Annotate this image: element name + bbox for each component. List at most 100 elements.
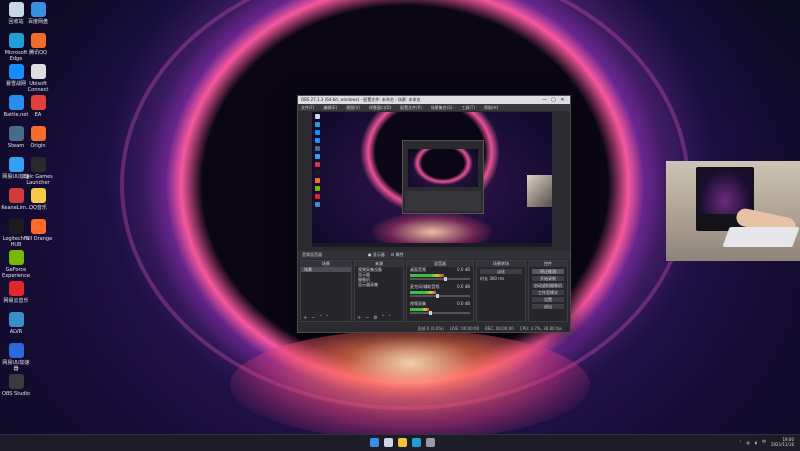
preview-desktop-icons <box>315 114 320 210</box>
control-button[interactable]: 设置 <box>532 297 564 302</box>
audio-track: 视频采集 0.0 dB <box>407 301 473 315</box>
edge-icon[interactable] <box>412 438 421 447</box>
status-live: LIVE: 00:00:00 <box>449 326 480 331</box>
taskbar-apps <box>370 438 435 447</box>
menu-tools[interactable]: 工具(T) <box>461 105 475 111</box>
volume-slider[interactable] <box>410 311 470 315</box>
network-icon[interactable]: ◍ <box>746 440 750 445</box>
control-button[interactable]: 工作室模式 <box>532 290 564 295</box>
volume-meter <box>410 291 436 294</box>
desktop-icon[interactable]: 百度网盘 <box>22 2 54 25</box>
wallpaper-glow <box>230 330 590 434</box>
obs-preview[interactable] <box>312 112 552 247</box>
control-button[interactable]: 开始录制 <box>532 276 564 281</box>
desktop-icon-label: ALVR <box>9 329 23 335</box>
maximize-button[interactable]: ▢ <box>549 97 558 103</box>
scenes-toolbar: + − ˄ ˅ <box>301 315 353 321</box>
desktop-icon[interactable]: GeForce Experience <box>0 250 32 279</box>
volume-slider[interactable] <box>410 277 470 281</box>
app-icon <box>30 33 46 48</box>
file-explorer-icon[interactable] <box>398 438 407 447</box>
desktop-icon[interactable]: Fall Orange <box>22 219 54 242</box>
desktop-icon-label: 网易UU加速器 <box>2 360 30 372</box>
obs-titlebar[interactable]: OBS 27.1.3 (64-bit, windows) - 配置文件: 未命名… <box>298 96 570 104</box>
desktop-icon-label: Epic Games Launcher <box>23 174 53 186</box>
down-icon[interactable]: ˅ <box>388 315 391 321</box>
volume-slider-handle[interactable] <box>444 277 447 281</box>
status-rec: REC: 00:00:00 <box>485 326 514 331</box>
desktop-icon-label: Ubisoft Connect <box>27 81 49 93</box>
webcam-overlay <box>666 161 800 261</box>
remove-icon[interactable]: − <box>311 315 315 321</box>
audio-track: 桌面音频 0.0 dB <box>407 267 473 281</box>
down-icon[interactable]: ˅ <box>326 315 329 321</box>
app-icon <box>8 312 24 327</box>
audio-track-header: 视频采集 0.0 dB <box>407 301 473 306</box>
app-icon <box>8 343 24 358</box>
desktop-icon-label: 百度网盘 <box>27 19 48 25</box>
desktop-icon[interactable]: OBS Studio <box>0 374 32 397</box>
volume-slider-handle[interactable] <box>436 294 439 298</box>
nested-preview <box>408 149 478 187</box>
desktop-icon[interactable]: EA <box>22 95 54 118</box>
add-icon[interactable]: + <box>357 315 361 321</box>
properties-button[interactable]: ⚙ 属性 <box>391 252 404 258</box>
volume-icon[interactable]: ◖ <box>755 440 757 445</box>
desktop-icon[interactable]: Epic Games Launcher <box>22 157 54 186</box>
up-icon[interactable]: ˄ <box>382 315 385 321</box>
desktop-icon[interactable]: ALVR <box>0 312 32 335</box>
scene-item[interactable]: 场景 <box>301 267 351 272</box>
desktop-icon-label: QQ音乐 <box>29 205 47 211</box>
source-item[interactable]: 显示器采集 <box>355 282 403 287</box>
gear-icon[interactable]: ⚙ <box>373 315 377 321</box>
desktop-icon[interactable]: Origin <box>22 126 54 149</box>
obs-icon[interactable] <box>426 438 435 447</box>
control-button[interactable]: 启动虚拟摄像机 <box>532 283 564 288</box>
app-icon <box>30 157 46 172</box>
obs-source-toolbar: 音频混音器 ● 显示器 ⚙ 属性 <box>298 251 570 259</box>
close-button[interactable]: ✕ <box>558 97 567 103</box>
audio-track: 麦克风/辅助音频 0.0 dB <box>407 284 473 298</box>
up-icon[interactable]: ˄ <box>319 315 322 321</box>
menu-scene-collection[interactable]: 场景集合(S) <box>431 105 453 111</box>
transition-select[interactable]: 淡化 <box>480 269 522 274</box>
volume-meter <box>410 308 429 311</box>
ime-icon[interactable]: 中 <box>762 439 766 445</box>
webcam-keyboard <box>722 227 800 247</box>
control-button[interactable]: 退出 <box>532 304 564 309</box>
duration-input[interactable]: 300 ms <box>489 276 504 281</box>
menu-profile[interactable]: 配置文件(P) <box>400 105 422 111</box>
volume-slider[interactable] <box>410 294 470 298</box>
add-icon[interactable]: + <box>303 315 307 321</box>
clock-date: 2021/11/16 <box>770 442 794 447</box>
menu-view[interactable]: 视图(V) <box>346 105 360 111</box>
desktop-icon-label: GeForce Experience <box>2 267 30 279</box>
clock[interactable]: 19:00 2021/11/16 <box>771 437 794 447</box>
desktop-icon[interactable]: 腾讯QQ <box>22 33 54 56</box>
display-source-label[interactable]: ● 显示器 <box>368 252 385 258</box>
menu-docks[interactable]: 停靠窗口(D) <box>369 105 391 111</box>
obs-window[interactable]: OBS 27.1.3 (64-bit, windows) - 配置文件: 未命名… <box>297 95 571 333</box>
volume-slider-handle[interactable] <box>429 311 432 315</box>
desktop-icon-label: OBS Studio <box>2 391 30 397</box>
control-button[interactable]: 停止推流 <box>532 269 564 274</box>
desktop-icon[interactable]: 网易云音乐 <box>0 281 32 304</box>
remove-icon[interactable]: − <box>365 315 369 321</box>
search-icon[interactable] <box>384 438 393 447</box>
controls-dock: 控件 停止推流 开始录制 启动虚拟摄像机 工作室模式 设置 退出 <box>528 260 568 322</box>
preview-camera-source <box>527 175 552 207</box>
audio-mixer-dock: 混音器 桌面音频 0.0 dB 麦克风/辅助音频 0.0 dB 视频采集 0.0 dB <box>406 260 474 322</box>
menu-edit[interactable]: 编辑(E) <box>323 105 337 111</box>
desktop-icon[interactable]: QQ音乐 <box>22 188 54 211</box>
menu-file[interactable]: 文件(F) <box>301 105 314 111</box>
audio-track-header: 桌面音频 0.0 dB <box>407 267 473 272</box>
menu-help[interactable]: 帮助(H) <box>484 105 498 111</box>
desktop-icon[interactable]: 网易UU加速器 <box>0 343 32 372</box>
app-icon <box>30 188 46 203</box>
desktop-icon[interactable]: Ubisoft Connect <box>22 64 54 93</box>
start-icon[interactable] <box>370 438 379 447</box>
app-icon <box>8 250 24 265</box>
app-icon <box>30 95 46 110</box>
chevron-up-icon[interactable]: ˄ <box>739 440 741 445</box>
minimize-button[interactable]: — <box>540 97 549 103</box>
